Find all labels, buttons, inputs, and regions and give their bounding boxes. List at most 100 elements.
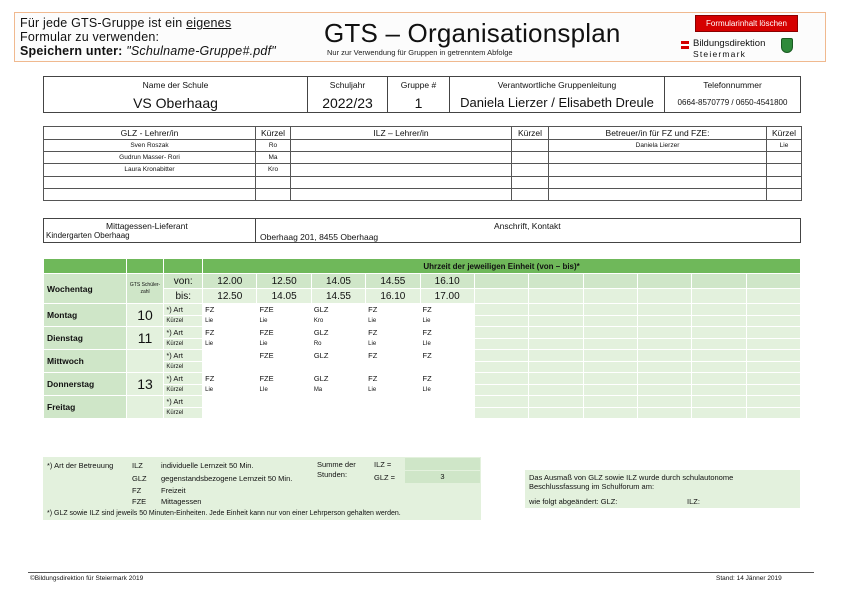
kuerzel-cell[interactable]: LIe [419, 383, 475, 396]
art-cell[interactable] [419, 395, 475, 408]
caretaker-kuerzel-cell[interactable] [766, 151, 802, 165]
kuerzel-cell[interactable] [419, 360, 475, 373]
art-cell[interactable] [256, 395, 312, 408]
kuerzel-cell[interactable]: Lie [365, 337, 421, 350]
art-cell[interactable] [473, 349, 530, 362]
art-cell[interactable]: FZE [256, 349, 312, 362]
time-from-cell[interactable]: 14.05 [310, 273, 367, 289]
clear-form-button[interactable]: Formularinhalt löschen [695, 15, 798, 32]
glz-teacher-cell[interactable]: Sven Roszak [43, 138, 256, 153]
kuerzel-cell[interactable]: LIe [256, 383, 312, 396]
ilz-teacher-cell[interactable] [290, 187, 512, 201]
kuerzel-cell[interactable]: Lie [256, 337, 312, 350]
time-to-cell[interactable] [636, 288, 693, 304]
ilz-teacher-cell[interactable] [290, 163, 512, 177]
glz-kuerzel-cell[interactable] [255, 175, 291, 189]
art-cell[interactable]: FZ [365, 349, 421, 362]
ilz-kuerzel-cell[interactable] [511, 187, 549, 201]
ilz-teacher-cell[interactable] [290, 175, 512, 189]
art-cell[interactable] [528, 326, 584, 339]
time-to-cell[interactable]: 16.10 [365, 288, 421, 304]
kuerzel-cell[interactable] [745, 360, 802, 373]
time-to-cell[interactable] [691, 288, 747, 304]
caretaker-cell[interactable]: Daniela Lierzer [548, 138, 767, 153]
art-cell[interactable] [745, 395, 802, 408]
time-to-cell[interactable]: 14.05 [256, 288, 312, 304]
time-to-cell[interactable] [528, 288, 584, 304]
kuerzel-cell[interactable] [528, 383, 584, 396]
kuerzel-cell[interactable] [745, 406, 802, 419]
art-cell[interactable] [473, 372, 530, 385]
kuerzel-cell[interactable] [473, 337, 530, 350]
kuerzel-cell[interactable] [691, 314, 747, 327]
ilz-sum-field[interactable] [405, 458, 480, 470]
kuerzel-cell[interactable]: Ro [310, 337, 367, 350]
time-from-cell[interactable]: 12.50 [256, 273, 312, 289]
art-cell[interactable]: FZ [365, 372, 421, 385]
kuerzel-cell[interactable] [582, 406, 638, 419]
kuerzel-cell[interactable] [256, 406, 312, 419]
caretaker-cell[interactable] [548, 187, 767, 201]
art-cell[interactable] [365, 395, 421, 408]
kuerzel-cell[interactable] [528, 314, 584, 327]
ilz-teacher-cell[interactable] [290, 151, 512, 165]
kuerzel-cell[interactable] [636, 337, 693, 350]
art-cell[interactable] [636, 372, 693, 385]
art-cell[interactable] [528, 395, 584, 408]
kuerzel-cell[interactable]: Lie [202, 314, 258, 327]
kuerzel-cell[interactable]: Lie [202, 383, 258, 396]
time-from-cell[interactable]: 12.00 [202, 273, 258, 289]
phone-field[interactable]: Telefonnummer 0664-8570779 / 0650-454180… [664, 77, 800, 112]
glz-kuerzel-cell[interactable]: Kro [255, 163, 291, 177]
kuerzel-cell[interactable] [745, 383, 802, 396]
kuerzel-cell[interactable] [365, 406, 421, 419]
kuerzel-cell[interactable] [636, 383, 693, 396]
glz-teacher-cell[interactable]: Laura Kronabitter [43, 163, 256, 177]
kuerzel-cell[interactable] [636, 406, 693, 419]
year-field[interactable]: Schuljahr 2022/23 [307, 77, 387, 112]
kuerzel-cell[interactable] [691, 337, 747, 350]
student-count-cell[interactable]: 13 [125, 372, 165, 396]
kuerzel-cell[interactable] [528, 337, 584, 350]
kuerzel-cell[interactable] [745, 314, 802, 327]
kuerzel-cell[interactable] [202, 406, 258, 419]
kuerzel-cell[interactable] [582, 337, 638, 350]
group-field[interactable]: Gruppe # 1 [387, 77, 449, 112]
art-cell[interactable]: FZ [365, 326, 421, 339]
art-cell[interactable] [745, 326, 802, 339]
kuerzel-cell[interactable] [582, 383, 638, 396]
student-count-cell[interactable] [125, 395, 165, 419]
time-from-cell[interactable] [528, 273, 584, 289]
art-cell[interactable]: FZ [365, 303, 421, 316]
ilz-kuerzel-cell[interactable] [511, 163, 549, 177]
glz-kuerzel-cell[interactable]: Ro [255, 138, 291, 153]
lead-field[interactable]: Verantwortliche Gruppenleitung Daniela L… [449, 77, 664, 112]
kuerzel-cell[interactable] [256, 360, 312, 373]
art-cell[interactable] [691, 395, 747, 408]
kuerzel-cell[interactable] [691, 383, 747, 396]
school-field[interactable]: Name der Schule VS Oberhaag [44, 77, 307, 112]
time-to-cell[interactable] [745, 288, 802, 304]
kuerzel-cell[interactable] [310, 406, 367, 419]
art-cell[interactable] [745, 372, 802, 385]
time-to-cell[interactable] [473, 288, 530, 304]
kuerzel-cell[interactable] [202, 360, 258, 373]
art-cell[interactable]: FZ [202, 303, 258, 316]
student-count-cell[interactable] [125, 349, 165, 373]
kuerzel-cell[interactable] [473, 383, 530, 396]
kuerzel-cell[interactable] [582, 314, 638, 327]
time-from-cell[interactable] [745, 273, 802, 289]
kuerzel-cell[interactable] [636, 314, 693, 327]
art-cell[interactable]: FZ [202, 326, 258, 339]
art-cell[interactable] [691, 303, 747, 316]
time-from-cell[interactable] [473, 273, 530, 289]
ilz-kuerzel-cell[interactable] [511, 138, 549, 153]
art-cell[interactable] [636, 349, 693, 362]
caretaker-cell[interactable] [548, 175, 767, 189]
art-cell[interactable] [636, 395, 693, 408]
art-cell[interactable]: FZ [419, 326, 475, 339]
time-from-cell[interactable] [691, 273, 747, 289]
kuerzel-cell[interactable] [528, 406, 584, 419]
glz-kuerzel-cell[interactable]: Ma [255, 151, 291, 165]
art-cell[interactable] [582, 349, 638, 362]
